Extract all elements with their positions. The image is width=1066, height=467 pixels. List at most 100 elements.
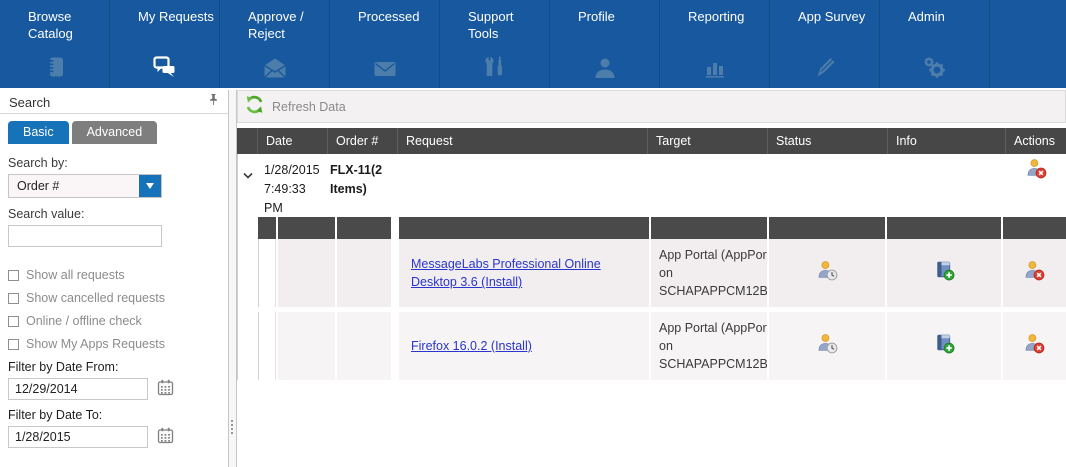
checkbox-row: Show My Apps Requests <box>8 337 220 351</box>
column-header-info[interactable]: Info <box>887 128 1005 154</box>
requests-main: Refresh Data Date Order # Request Target… <box>237 90 1066 467</box>
open-envelope-icon <box>220 56 329 80</box>
request-date-cell <box>278 239 335 307</box>
column-header-target[interactable]: Target <box>647 128 767 154</box>
checkbox-label: Online / offline check <box>26 314 142 328</box>
nav-label: Support Tools <box>440 0 549 43</box>
add-program-icon[interactable] <box>933 332 956 360</box>
group-date: 1/28/2015 <box>264 161 326 180</box>
target-cell: App Portal (AppPortal) on SCHAPAPPCM12BO… <box>651 312 767 380</box>
nav-reporting[interactable]: Reporting <box>660 0 770 88</box>
grid-body: 1/28/2015 7:49:33 PM FLX-11(2 Items) <box>237 154 1066 380</box>
request-link[interactable]: Firefox 16.0.2 (Install) <box>411 337 532 356</box>
subtable-header-row <box>238 217 1066 239</box>
nav-label: Admin <box>880 0 989 26</box>
request-order-cell <box>337 312 391 380</box>
date-from-label: Filter by Date From: <box>8 360 220 374</box>
calendar-icon[interactable] <box>157 427 174 447</box>
user-pending-icon <box>816 259 839 287</box>
refresh-data-button[interactable]: Refresh Data <box>244 94 346 120</box>
date-from-row <box>8 378 220 400</box>
date-to-row <box>8 426 220 448</box>
checkbox-show-cancelled-requests[interactable] <box>8 293 19 304</box>
checkbox-label: Show cancelled requests <box>26 291 165 305</box>
column-header-request[interactable]: Request <box>397 128 647 154</box>
request-cell: MessageLabs Professional Online Desktop … <box>399 239 649 307</box>
info-cell <box>887 239 1001 307</box>
nav-app-survey[interactable]: App Survey <box>770 0 880 88</box>
request-link[interactable]: MessageLabs Professional Online Desktop … <box>411 255 637 293</box>
checkbox-label: Show all requests <box>26 268 125 282</box>
nav-label: Approve / Reject <box>220 0 329 43</box>
checkbox-row: Online / offline check <box>8 314 220 328</box>
nav-profile[interactable]: Profile <box>550 0 660 88</box>
order-group-row: 1/28/2015 7:49:33 PM FLX-11(2 Items) <box>238 154 1066 217</box>
requests-grid: Date Order # Request Target Status Info … <box>237 128 1066 380</box>
search-by-label: Search by: <box>8 156 220 170</box>
column-header-status[interactable]: Status <box>767 128 887 154</box>
checkbox-row: Show all requests <box>8 268 220 282</box>
column-header-order[interactable]: Order # <box>327 128 397 154</box>
panel-splitter[interactable] <box>228 90 237 467</box>
nav-label: My Requests <box>110 0 219 26</box>
search-value-label: Search value: <box>8 207 220 221</box>
status-cell <box>769 312 885 380</box>
splitter-grip-icon <box>231 420 233 422</box>
gears-icon <box>880 56 989 80</box>
subtable-header-cell <box>887 217 1001 239</box>
cancel-request-icon[interactable] <box>1023 259 1046 287</box>
checkbox-show-my-apps-requests[interactable] <box>8 339 19 350</box>
expand-column-header <box>237 128 257 154</box>
checkbox-show-all-requests[interactable] <box>8 270 19 281</box>
nav-label: Processed <box>330 0 439 26</box>
notebook-icon <box>0 54 109 80</box>
target-cell: App Portal (AppPortal) on SCHAPAPPCM12BO… <box>651 239 767 307</box>
calendar-icon[interactable] <box>157 379 174 399</box>
date-to-input[interactable] <box>8 426 148 448</box>
date-to-label: Filter by Date To: <box>8 408 220 422</box>
column-header-date[interactable]: Date <box>257 128 327 154</box>
nav-my-requests[interactable]: My Requests <box>110 0 220 88</box>
nav-label: Profile <box>550 0 659 26</box>
request-order-cell <box>337 239 391 307</box>
grid-header-row: Date Order # Request Target Status Info … <box>237 128 1066 154</box>
tab-advanced[interactable]: Advanced <box>72 121 158 144</box>
nav-approve-reject[interactable]: Approve / Reject <box>220 0 330 88</box>
search-value-input[interactable] <box>8 225 162 247</box>
collapse-group-toggle[interactable] <box>238 154 258 217</box>
date-from-input[interactable] <box>8 378 148 400</box>
checkbox-online-offline-check[interactable] <box>8 316 19 327</box>
top-navbar: Browse Catalog My Requests Approve / Rej… <box>0 0 1066 88</box>
subtable-header-cell <box>651 217 767 239</box>
nav-processed[interactable]: Processed <box>330 0 440 88</box>
search-by-select[interactable]: Order # <box>8 174 162 198</box>
subtable-header-cell <box>278 217 335 239</box>
nav-browse-catalog[interactable]: Browse Catalog <box>0 0 110 88</box>
add-program-icon[interactable] <box>933 259 956 287</box>
refresh-data-label: Refresh Data <box>272 100 346 114</box>
request-row: Firefox 16.0.2 (Install) App Portal (App… <box>238 312 1066 380</box>
envelope-icon <box>330 58 439 80</box>
cancel-request-icon[interactable] <box>1023 332 1046 360</box>
tab-basic[interactable]: Basic <box>8 121 69 144</box>
checkbox-row: Show cancelled requests <box>8 291 220 305</box>
nav-admin[interactable]: Admin <box>880 0 990 88</box>
search-by-selected-value: Order # <box>9 179 139 193</box>
request-row: MessageLabs Professional Online Desktop … <box>238 239 1066 307</box>
row-indent <box>238 239 258 307</box>
subtable-header-cell <box>337 217 391 239</box>
search-panel: Search Basic Advanced Search by: Order #… <box>0 90 228 467</box>
group-order-cell: FLX-11(2 Items) <box>328 154 398 217</box>
actions-cell <box>1003 239 1066 307</box>
cancel-request-icon[interactable] <box>1025 157 1048 183</box>
select-dropdown-button[interactable] <box>139 175 161 197</box>
nav-label: Browse Catalog <box>0 0 109 43</box>
group-row-spacer <box>398 154 1006 217</box>
bar-chart-icon <box>660 56 769 80</box>
pin-icon[interactable] <box>207 93 220 112</box>
group-actions-cell <box>1006 154 1066 217</box>
refresh-icon <box>244 94 265 120</box>
column-header-actions[interactable]: Actions <box>1005 128 1066 154</box>
nav-support-tools[interactable]: Support Tools <box>440 0 550 88</box>
target-text: App Portal (AppPortal) on SCHAPAPPCM12BO… <box>659 319 767 373</box>
